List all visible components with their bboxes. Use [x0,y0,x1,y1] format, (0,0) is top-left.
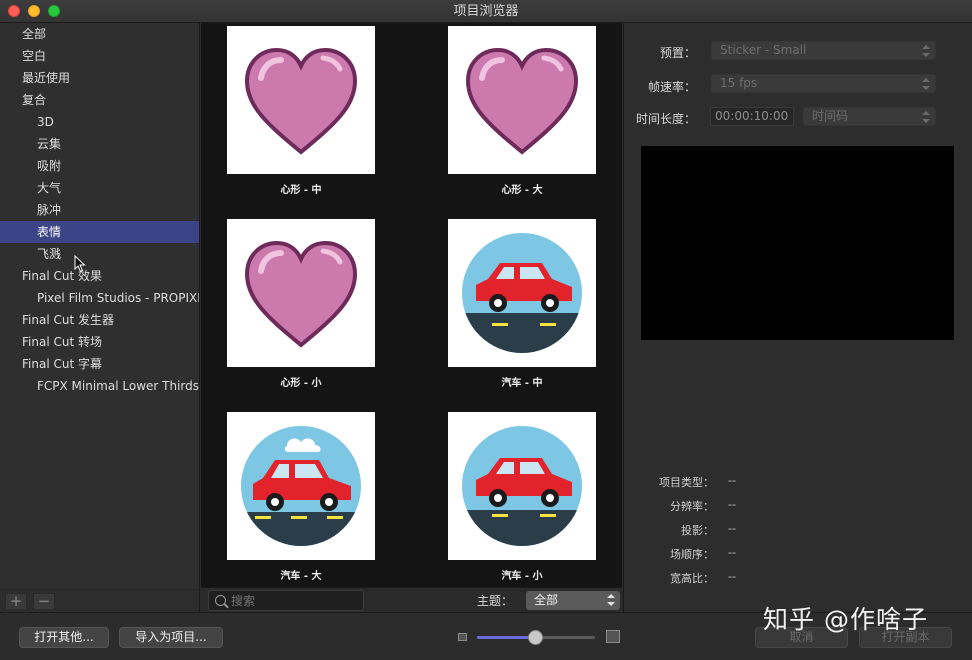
watermark-text: 知乎 @作啥子 [763,605,928,634]
info-value: -- [728,474,736,487]
updown-arrow-icon [921,44,931,58]
updown-arrow-icon [606,593,616,607]
sidebar-item[interactable]: 脉冲 [0,199,199,221]
sidebar-item[interactable]: Final Cut 字幕 [0,353,199,375]
sidebar-item[interactable]: 飞溅 [0,243,199,265]
theme-label: 主题： [477,594,514,608]
sidebar-item[interactable]: FCPX Minimal Lower Thirds [0,375,199,397]
search-input[interactable] [231,593,359,609]
preview-viewer [641,146,954,340]
sidebar-item[interactable]: Pixel Film Studios - PROPIXIE [0,287,199,309]
duration-value: 00:00:10:00 [715,109,789,123]
thumbnail-size-slider[interactable] [477,630,595,645]
sidebar-item[interactable]: 全部 [0,23,199,45]
info-value: -- [728,546,736,559]
preset-select[interactable]: Sticker - Small [711,41,936,60]
info-label: 场顺序： [670,548,714,561]
browser-bottom-bar: 主题： 全部 [201,587,622,612]
framerate-label: 帧速率： [647,80,696,94]
heart-icon [227,219,375,367]
add-category-button[interactable]: + [5,593,27,610]
info-label: 分辨率： [670,500,714,513]
sidebar-item[interactable]: 复合 [0,89,199,111]
import-as-project-button[interactable]: 导入为项目... [119,627,223,648]
thumbnail-small-icon [458,633,467,641]
framerate-select-value: 15 fps [720,76,758,90]
close-window-button[interactable] [8,5,20,17]
heart-icon [227,26,375,174]
info-row-field-order: 场顺序： -- [624,546,972,562]
search-field[interactable] [208,590,364,611]
car-icon [448,412,596,560]
template-browser-grid: 心形 - 中 心形 - 大 心形 - 小 汽车 - 中 汽车 - 大 汽车 - … [201,23,622,587]
tile-label: 汽车 - 中 [501,378,543,389]
info-value: -- [728,522,736,535]
sidebar-item[interactable]: 大气 [0,177,199,199]
template-category-sidebar: 全部 空白 最近使用 复合 3D 云集 吸附 大气 脉冲 表情 飞溅 Final… [0,23,200,589]
sidebar-item[interactable]: Final Cut 发生器 [0,309,199,331]
preset-label: 预置： [659,46,696,60]
info-row-resolution: 分辨率： -- [624,498,972,514]
tile-label: 汽车 - 小 [501,571,543,582]
tile-label: 心形 - 中 [280,185,322,196]
title-bar: 项目浏览器 [0,0,972,23]
duration-input[interactable]: 00:00:10:00 [710,107,794,126]
sidebar-item[interactable]: Final Cut 效果 [0,265,199,287]
sidebar-item[interactable]: 3D [0,111,199,133]
theme-select-value: 全部 [534,593,559,607]
car-with-cloud-icon [227,412,375,560]
duration-unit-value: 时间码 [812,109,849,123]
info-label: 项目类型： [659,476,714,489]
sidebar-item-selected[interactable]: 表情 [0,221,199,243]
template-tile[interactable]: 心形 - 小 [227,219,375,389]
slider-knob[interactable] [528,630,543,645]
sidebar-item[interactable]: 云集 [0,133,199,155]
heart-icon [448,26,596,174]
framerate-select[interactable]: 15 fps [711,74,936,93]
tile-label: 心形 - 小 [280,378,322,389]
tile-label: 汽车 - 大 [280,571,322,582]
sidebar-item[interactable]: 最近使用 [0,67,199,89]
info-row-project-type: 项目类型： -- [624,474,972,490]
search-icon [215,595,226,606]
window-title: 项目浏览器 [453,4,519,19]
duration-label: 时间长度： [635,112,696,126]
template-tile[interactable]: 心形 - 中 [227,26,375,196]
template-tile[interactable]: 汽车 - 小 [448,412,596,582]
preset-select-value: Sticker - Small [720,43,807,57]
info-value: -- [728,570,736,583]
updown-arrow-icon [921,77,931,91]
template-tile[interactable]: 汽车 - 中 [448,219,596,389]
template-tile[interactable]: 心形 - 大 [448,26,596,196]
sidebar-footer: + − [0,589,200,612]
remove-category-button[interactable]: − [33,593,55,610]
mouse-pointer-icon [74,255,86,273]
template-tile[interactable]: 汽车 - 大 [227,412,375,582]
sidebar-item[interactable]: Final Cut 转场 [0,331,199,353]
info-label: 宽高比： [670,572,714,585]
sidebar-item[interactable]: 空白 [0,45,199,67]
info-value: -- [728,498,736,511]
car-icon [448,219,596,367]
info-row-projection: 投影： -- [624,522,972,538]
info-label: 投影： [681,524,714,537]
theme-select[interactable]: 全部 [526,591,620,610]
zoom-window-button[interactable] [48,5,60,17]
open-other-button[interactable]: 打开其他... [19,627,109,648]
updown-arrow-icon [921,110,931,124]
inspector-panel: 预置： Sticker - Small 帧速率： 15 fps 时间长度： 00… [623,23,972,612]
thumbnail-large-icon [606,630,620,643]
tile-label: 心形 - 大 [501,185,543,196]
info-row-aspect-ratio: 宽高比： -- [624,570,972,586]
duration-unit-select[interactable]: 时间码 [803,107,936,126]
minimize-window-button[interactable] [28,5,40,17]
sidebar-item[interactable]: 吸附 [0,155,199,177]
